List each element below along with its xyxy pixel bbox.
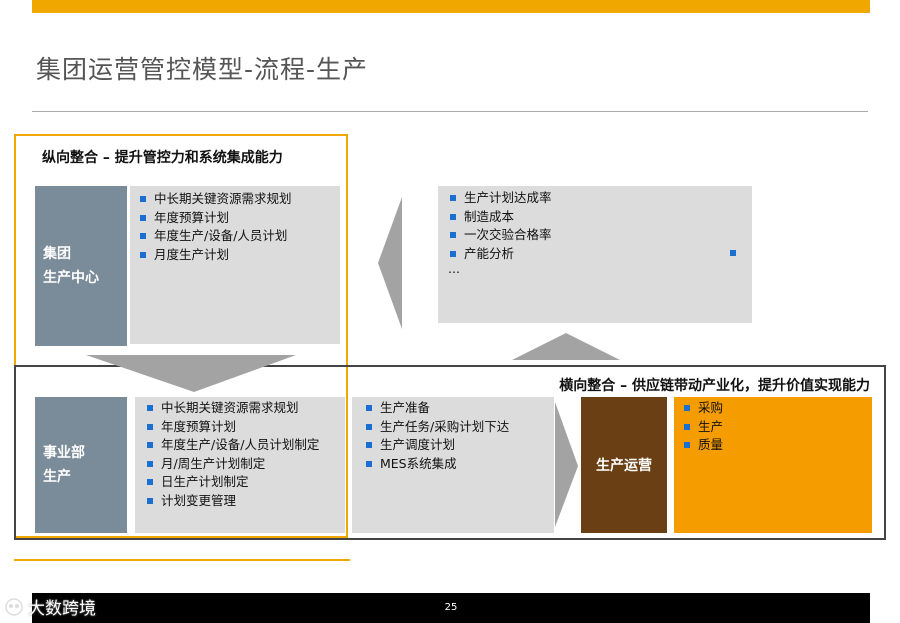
down-cascade-arrow-icon: [86, 355, 296, 392]
bullet-square-icon: [147, 460, 153, 467]
bullet-square-icon: [684, 405, 690, 411]
list-item: 生产准备: [364, 399, 509, 418]
bullet-square-icon: [147, 423, 153, 430]
bullet-square-icon: [684, 423, 690, 430]
business-unit-plan-box: 中长期关键资源需求规划 年度预算计划 年度生产/设备/人员计划制定 月/周生产计…: [135, 397, 345, 533]
watermark: 大数跨境: [4, 594, 96, 619]
list-item: 年度生产/设备/人员计划制定: [145, 436, 319, 455]
watermark-logo-icon: [5, 597, 23, 616]
bullet-square-icon: [366, 405, 372, 411]
list-item: 年度预算计划: [145, 418, 319, 437]
bullet-square-icon: [366, 460, 372, 467]
business-unit-plan-list: 中长期关键资源需求规划 年度预算计划 年度生产/设备/人员计划制定 月/周生产计…: [145, 399, 319, 510]
business-unit-production-label: 事业部 生产: [35, 397, 127, 533]
production-operations-label: 生产运营: [581, 397, 667, 533]
list-item: MES系统集成: [364, 455, 509, 474]
bu-label-line2: 生产: [43, 469, 71, 485]
list-item: 生产: [682, 418, 723, 437]
operations-box: 采购 生产 质量: [674, 397, 872, 533]
up-feedback-arrow-icon: [512, 333, 620, 360]
list-item: 生产调度计划: [364, 436, 509, 455]
bullet-square-icon: [366, 442, 372, 448]
page-number: 25: [444, 602, 458, 613]
watermark-text: 大数跨境: [28, 599, 96, 619]
operations-list: 采购 生产 质量: [682, 399, 723, 455]
bullet-square-icon: [147, 405, 153, 411]
bu-label-line1: 事业部: [43, 445, 85, 461]
bullet-square-icon: [147, 497, 153, 504]
list-item: 生产任务/采购计划下达: [364, 418, 509, 437]
bullet-square-icon: [147, 442, 153, 448]
bottom-accent-line: [14, 559, 350, 561]
list-item: 中长期关键资源需求规划: [145, 399, 319, 418]
list-item: 月/周生产计划制定: [145, 455, 319, 474]
list-item: 计划变更管理: [145, 492, 319, 511]
footer-bar: 25: [32, 593, 870, 623]
bullet-square-icon: [366, 423, 372, 430]
list-item: 质量: [682, 436, 723, 455]
left-feedback-arrow-icon: [378, 197, 402, 329]
bullet-square-icon: [147, 479, 153, 485]
execution-box: 生产准备 生产任务/采购计划下达 生产调度计划 MES系统集成: [352, 397, 554, 533]
list-item: 日生产计划制定: [145, 473, 319, 492]
execution-list: 生产准备 生产任务/采购计划下达 生产调度计划 MES系统集成: [364, 399, 509, 473]
list-item: 采购: [682, 399, 723, 418]
right-execution-arrow-icon: [555, 402, 578, 527]
bullet-square-icon: [684, 442, 690, 448]
